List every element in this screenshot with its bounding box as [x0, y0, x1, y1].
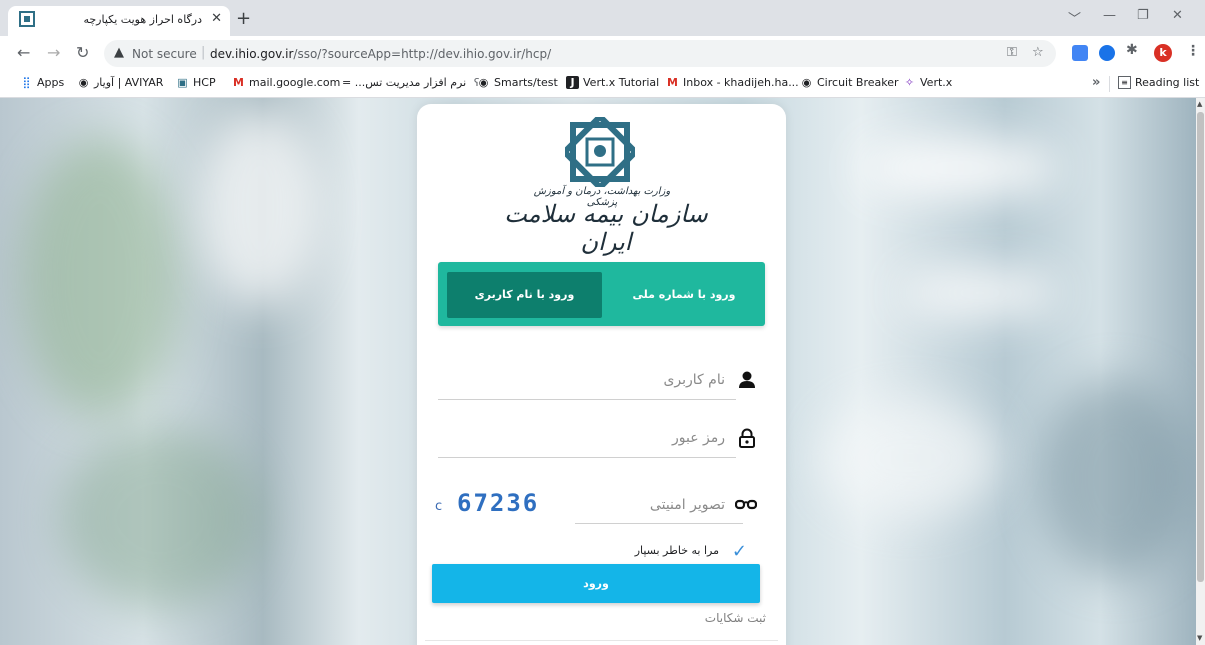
background-blur: [820, 398, 1000, 518]
close-tab-icon[interactable]: ✕: [211, 11, 222, 26]
page-scrollbar[interactable]: ▲ ▼: [1196, 98, 1205, 645]
glasses-icon: [735, 499, 757, 510]
bookmark-inbox[interactable]: M Inbox - khadijeh.ha...: [666, 76, 799, 89]
url-host: dev.ihio.gov.ir: [210, 47, 294, 61]
reading-list-icon: ≡: [1118, 76, 1131, 89]
bookmark-aviyar[interactable]: ◉ آویار | AVIYAR: [77, 76, 164, 89]
tab-national-id-login[interactable]: ورود با شماره ملی: [611, 272, 757, 318]
tab-search-icon[interactable]: ﹀: [1068, 8, 1081, 27]
username-underline: [438, 399, 736, 400]
browser-toolbar: ← → ↻ ▲ Not secure | dev.ihio.gov.ir/sso…: [0, 36, 1205, 70]
background-blur: [60, 428, 260, 608]
vertx-icon: ✧: [904, 76, 915, 89]
bookmarks-overflow-icon[interactable]: »: [1092, 75, 1100, 90]
login-card: وزارت بهداشت، درمان و آموزش پزشکی سازمان…: [417, 104, 786, 645]
background-blur: [1040, 378, 1190, 578]
tab-username-login[interactable]: ورود با نام کاربری: [447, 272, 602, 318]
extension-infinity-icon[interactable]: [1099, 45, 1115, 61]
captcha-placeholder: تصویر امنیتی: [649, 497, 725, 513]
profile-avatar[interactable]: k: [1154, 44, 1172, 62]
reload-icon[interactable]: ↻: [76, 43, 89, 62]
close-window-icon[interactable]: ✕: [1172, 8, 1183, 23]
new-tab-button[interactable]: +: [236, 8, 251, 29]
background-blur: [200, 108, 320, 308]
bookmark-hcp[interactable]: ▣ HCP: [176, 76, 215, 89]
scroll-down-icon[interactable]: ▼: [1197, 634, 1202, 642]
captcha-refresh-icon[interactable]: c: [435, 499, 442, 514]
security-label[interactable]: Not secure: [132, 47, 197, 61]
browser-menu-icon[interactable]: ⋮: [1186, 43, 1200, 59]
password-placeholder: رمز عبور: [671, 430, 725, 446]
logo-title: سازمان بیمه سلامت ایران: [504, 200, 708, 256]
apps-grid-icon: ⣿: [22, 76, 31, 89]
captcha-image: c 67236: [435, 489, 565, 523]
bookmark-gmail[interactable]: Mmail.google.com: [232, 76, 340, 89]
tab-title: درگاه احراز هویت یکپارچه: [83, 13, 202, 26]
username-field[interactable]: نام کاربری: [438, 362, 765, 400]
gmail-icon: M: [233, 76, 244, 89]
extensions-puzzle-icon[interactable]: ✱: [1126, 42, 1138, 58]
bookmark-vertx[interactable]: ✧ Vert.x: [903, 76, 952, 89]
login-method-tabs: ورود با شماره ملی ورود با نام کاربری: [438, 262, 765, 326]
address-bar[interactable]: ▲ Not secure | dev.ihio.gov.ir/sso/?sour…: [104, 40, 1056, 67]
restore-icon[interactable]: ❐: [1137, 8, 1149, 23]
captcha-field[interactable]: تصویر امنیتی: [575, 487, 765, 525]
forward-icon[interactable]: →: [47, 43, 60, 62]
reading-list[interactable]: ≡ Reading list: [1118, 76, 1199, 89]
browser-tab-strip: درگاه احراز هویت یکپارچه ✕ + ﹀ — ❐ ✕: [0, 0, 1205, 36]
star-icon[interactable]: ☆: [1032, 45, 1044, 60]
warning-icon[interactable]: ▲: [114, 45, 124, 60]
background-blur: [860, 138, 1060, 198]
globe-icon: ◉: [478, 76, 489, 89]
url-path: /sso/?sourceApp=http://dev.ihio.gov.ir/h…: [293, 47, 552, 61]
bookmark-vertx-tutorial[interactable]: J Vert.x Tutorial: [566, 76, 659, 89]
back-icon[interactable]: ←: [17, 43, 30, 62]
username-placeholder: نام کاربری: [663, 372, 725, 388]
bookmark-circuit-breaker[interactable]: ◉ Circuit Breaker: [800, 76, 899, 89]
bookmarks-bar: ⣿ Apps ◉ آویار | AVIYAR ▣ HCP Mmail.google.…: [0, 70, 1205, 98]
key-icon[interactable]: ⚿: [1007, 45, 1017, 60]
ihio-favicon-icon: [19, 11, 35, 27]
ihio-icon: ▣: [177, 76, 188, 89]
gmail-icon: M: [667, 76, 678, 89]
bookmarks-divider: [1109, 76, 1110, 92]
user-icon: [739, 371, 755, 388]
browser-tab[interactable]: درگاه احراز هویت یکپارچه ✕: [8, 6, 230, 36]
bookmark-apps[interactable]: ⣿ Apps: [20, 76, 64, 89]
bookmark-smarts[interactable]: ◉ Smarts/test: [477, 76, 558, 89]
password-field[interactable]: رمز عبور: [438, 420, 765, 458]
card-divider: [425, 640, 778, 641]
globe-icon: ◉: [78, 76, 89, 89]
bookmark-test-mgmt[interactable]: ʕ نرم افزار مدیریت تس... =: [342, 76, 483, 89]
minimize-icon[interactable]: —: [1103, 8, 1116, 23]
ihio-logo-icon: [565, 117, 635, 187]
captcha-underline: [575, 523, 743, 524]
login-button[interactable]: ورود: [432, 564, 760, 603]
checkmark-icon[interactable]: ✓: [732, 541, 747, 562]
url-separator: |: [201, 45, 206, 60]
captcha-code: 67236: [457, 489, 540, 517]
remember-me[interactable]: مرا به خاطر بسپار ✓: [597, 541, 747, 563]
complaints-link[interactable]: ثبت شکایات: [705, 611, 766, 625]
scroll-thumb[interactable]: [1197, 112, 1204, 582]
background-blur: [20, 138, 180, 418]
lock-icon: [739, 428, 755, 448]
remember-me-label: مرا به خاطر بسپار: [634, 544, 719, 557]
background-blur: [900, 268, 1060, 318]
password-underline: [438, 457, 736, 458]
url-text[interactable]: dev.ihio.gov.ir/sso/?sourceApp=http://de…: [210, 47, 551, 61]
extension-translate-icon[interactable]: [1072, 45, 1088, 61]
j-icon: J: [566, 76, 579, 89]
scroll-up-icon[interactable]: ▲: [1197, 100, 1202, 108]
globe-icon: ◉: [801, 76, 812, 89]
